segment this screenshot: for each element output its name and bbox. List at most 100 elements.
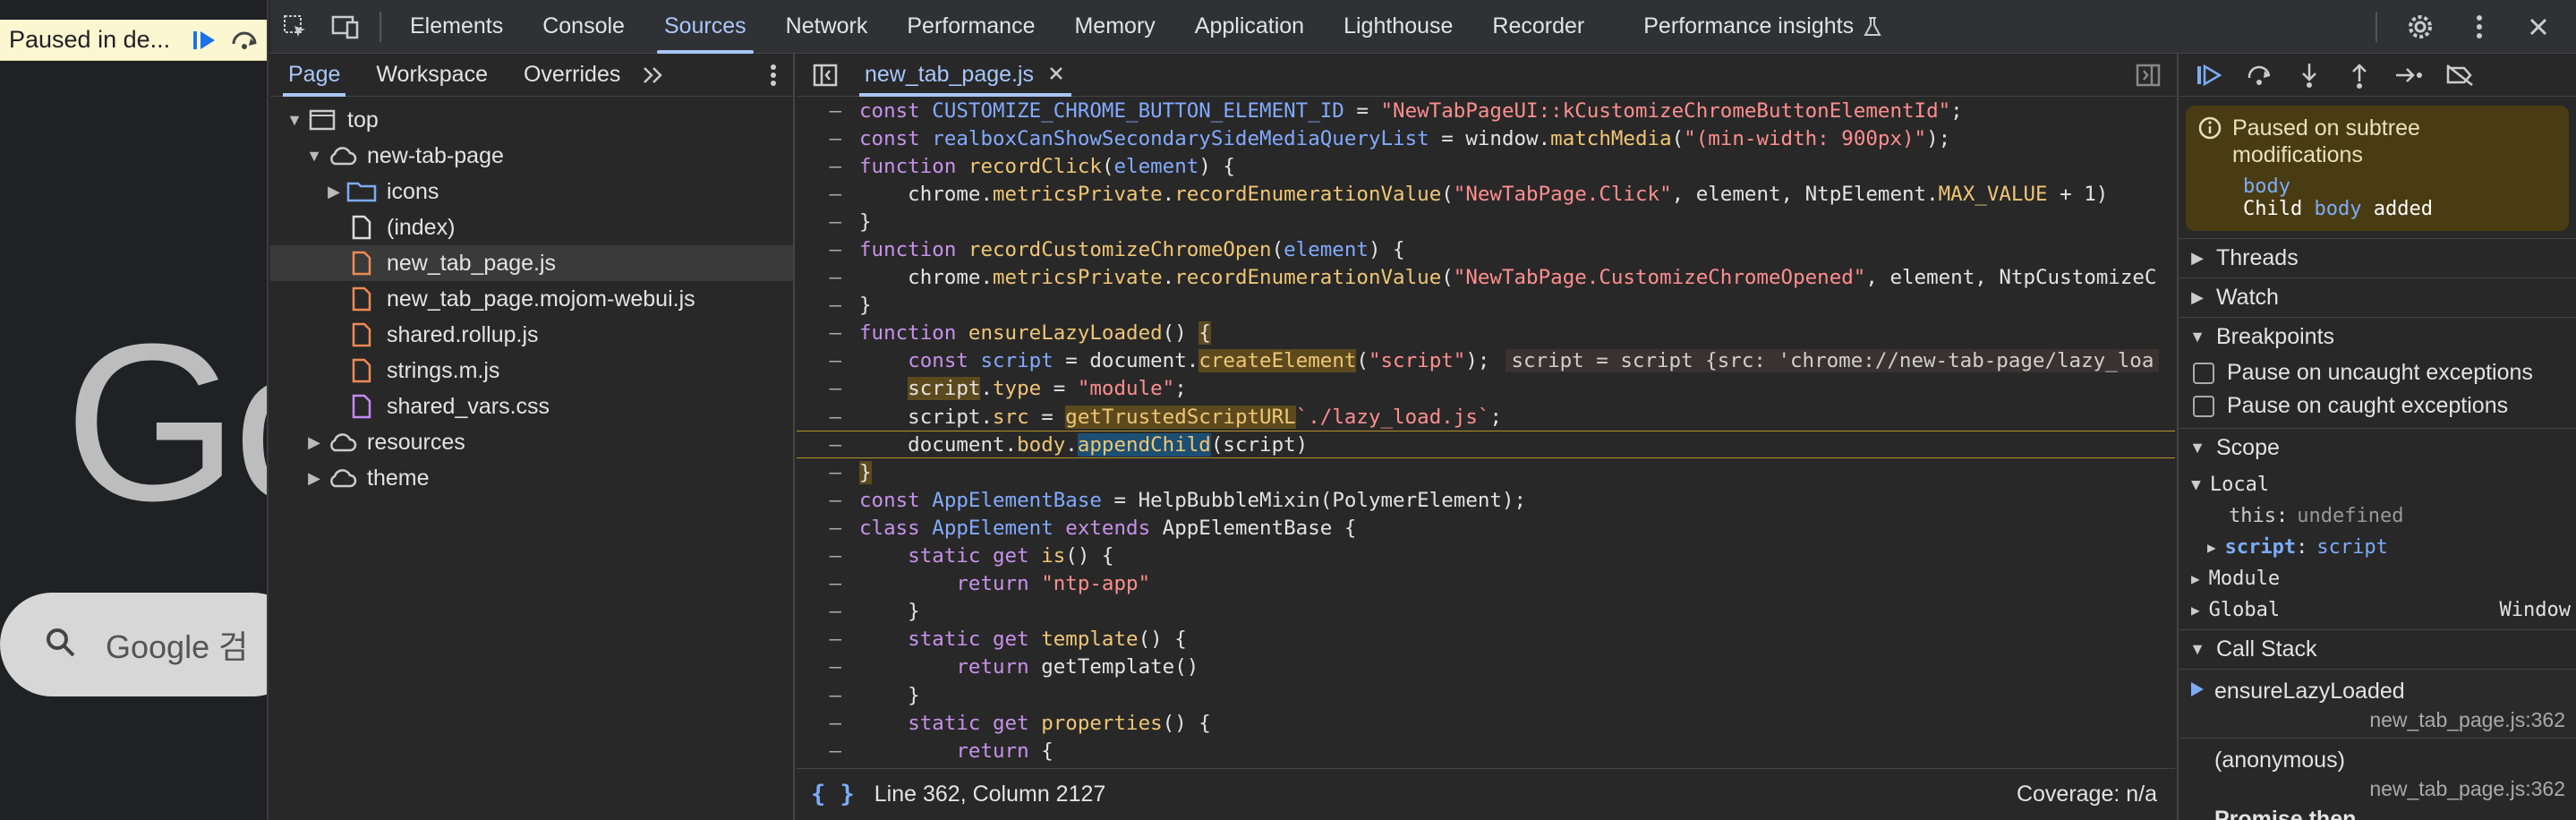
tab-sources[interactable]: Sources bbox=[644, 0, 766, 54]
checkbox-icon[interactable] bbox=[2193, 362, 2214, 384]
line-gutter[interactable]: – bbox=[797, 349, 850, 372]
scope-global[interactable]: ▶ Global Window bbox=[2179, 594, 2576, 626]
tab-application[interactable]: Application bbox=[1175, 0, 1324, 54]
checkbox-icon[interactable] bbox=[2193, 395, 2214, 417]
section-threads[interactable]: ▶ Threads bbox=[2179, 238, 2576, 278]
line-gutter[interactable]: – bbox=[797, 183, 850, 206]
device-toolbar-icon[interactable] bbox=[320, 0, 371, 54]
pretty-print-icon[interactable]: { } bbox=[811, 781, 855, 808]
line-gutter[interactable]: – bbox=[797, 684, 850, 707]
more-options-icon[interactable] bbox=[2454, 0, 2504, 54]
line-gutter[interactable]: – bbox=[797, 517, 850, 540]
call-frame-anonymous[interactable]: (anonymous) new_tab_page.js:362 bbox=[2179, 738, 2576, 807]
toggle-debugger-icon[interactable] bbox=[2136, 54, 2161, 97]
tree-item-new-tab-page[interactable]: ▼ new-tab-page bbox=[270, 138, 793, 174]
line-gutter[interactable]: – bbox=[797, 210, 850, 234]
call-frame-ensure-lazy-loaded[interactable]: ensureLazyLoaded new_tab_page.js:362 bbox=[2179, 669, 2576, 738]
more-tabs-chevron-icon[interactable] bbox=[638, 54, 665, 97]
call-frame-location[interactable]: new_tab_page.js:362 bbox=[2189, 777, 2565, 801]
deactivate-breakpoints-icon[interactable] bbox=[2438, 57, 2481, 93]
line-gutter[interactable]: – bbox=[797, 544, 850, 568]
expand-arrow-icon[interactable]: ▼ bbox=[304, 147, 324, 166]
settings-gear-icon[interactable] bbox=[2395, 0, 2445, 54]
pause-uncaught-checkbox[interactable]: Pause on uncaught exceptions bbox=[2179, 356, 2576, 389]
toggle-navigator-icon[interactable] bbox=[797, 54, 854, 97]
section-call-stack[interactable]: ▼ Call Stack bbox=[2179, 629, 2576, 669]
resume-script-icon[interactable] bbox=[2188, 57, 2231, 93]
line-gutter[interactable]: – bbox=[797, 99, 850, 123]
collapsed-arrow-icon[interactable]: ▶ bbox=[304, 433, 324, 452]
code-area[interactable]: – const CUSTOMIZE_CHROME_BUTTON_ELEMENT_I… bbox=[797, 97, 2175, 768]
tree-item-theme[interactable]: ▶ theme bbox=[270, 460, 793, 496]
line-gutter[interactable]: – bbox=[797, 572, 850, 595]
collapsed-arrow-icon[interactable]: ▶ bbox=[304, 469, 324, 488]
scope-module[interactable]: ▶ Module bbox=[2179, 563, 2576, 594]
line-gutter[interactable]: – bbox=[797, 127, 850, 150]
line-gutter[interactable]: – bbox=[797, 238, 850, 261]
line-gutter[interactable]: – bbox=[797, 377, 850, 400]
line-gutter[interactable]: – bbox=[797, 321, 850, 345]
step-over-icon[interactable] bbox=[231, 27, 258, 54]
expand-arrow-icon[interactable]: ▼ bbox=[285, 111, 304, 130]
tab-elements[interactable]: Elements bbox=[390, 0, 523, 54]
editor-file-tab[interactable]: new_tab_page.js bbox=[854, 54, 1077, 97]
tab-lighthouse[interactable]: Lighthouse bbox=[1324, 0, 1472, 54]
tree-item-index[interactable]: (index) bbox=[270, 209, 793, 245]
tree-item-new-tab-page-js[interactable]: new_tab_page.js bbox=[270, 245, 793, 281]
tree-item-shared-rollup-js[interactable]: shared.rollup.js bbox=[270, 317, 793, 353]
line-gutter[interactable]: – bbox=[797, 266, 850, 289]
line-gutter[interactable]: – bbox=[797, 489, 850, 512]
tree-item-icons[interactable]: ▶ icons bbox=[270, 174, 793, 209]
tree-item-shared-vars-css[interactable]: shared_vars.css bbox=[270, 389, 793, 424]
tree-item-mojom-webui-js[interactable]: new_tab_page.mojom-webui.js bbox=[270, 281, 793, 317]
step-over-icon[interactable] bbox=[2238, 57, 2281, 93]
tree-item-strings-m-js[interactable]: strings.m.js bbox=[270, 353, 793, 389]
close-devtools-icon[interactable] bbox=[2513, 0, 2563, 54]
inspect-element-icon[interactable] bbox=[270, 0, 320, 54]
tree-item-top[interactable]: ▼ top bbox=[270, 102, 793, 138]
line-gutter[interactable]: – bbox=[797, 655, 850, 679]
coverage-status[interactable]: Coverage: n/a bbox=[2017, 782, 2157, 807]
line-gutter[interactable]: – bbox=[797, 406, 850, 429]
section-breakpoints[interactable]: ▼ Breakpoints bbox=[2179, 317, 2576, 356]
resume-icon[interactable] bbox=[192, 27, 218, 54]
line-gutter[interactable]: – bbox=[797, 739, 850, 763]
line-gutter[interactable]: – bbox=[797, 294, 850, 317]
devtools: Elements Console Sources Network Perform… bbox=[270, 0, 2576, 820]
tab-memory[interactable]: Memory bbox=[1054, 0, 1174, 54]
line-gutter[interactable]: – bbox=[797, 461, 850, 484]
section-watch[interactable]: ▶ Watch bbox=[2179, 278, 2576, 317]
scope-script[interactable]: ▶ script: script bbox=[2179, 532, 2576, 563]
pause-caught-checkbox[interactable]: Pause on caught exceptions bbox=[2179, 389, 2576, 423]
navigator-tab-page[interactable]: Page bbox=[270, 54, 358, 97]
navigator-tab-workspace[interactable]: Workspace bbox=[358, 54, 506, 97]
google-search-box[interactable]: Google 검 bbox=[0, 593, 267, 696]
paused-node-link[interactable]: body bbox=[2243, 175, 2556, 198]
tab-console[interactable]: Console bbox=[523, 0, 644, 54]
tab-performance[interactable]: Performance bbox=[887, 0, 1054, 54]
collapsed-arrow-icon[interactable]: ▶ bbox=[324, 183, 344, 201]
step-icon[interactable] bbox=[2388, 57, 2431, 93]
step-out-icon[interactable] bbox=[2338, 57, 2381, 93]
line-gutter[interactable]: – bbox=[797, 433, 850, 457]
section-scope[interactable]: ▼ Scope bbox=[2179, 428, 2576, 467]
tab-network[interactable]: Network bbox=[766, 0, 888, 54]
line-gutter[interactable]: – bbox=[797, 600, 850, 623]
call-frame-location[interactable]: new_tab_page.js:362 bbox=[2189, 708, 2565, 732]
cloud-icon bbox=[324, 145, 360, 167]
paused-detail-node-link[interactable]: body bbox=[2314, 198, 2361, 220]
tab-recorder[interactable]: Recorder bbox=[1472, 0, 1604, 54]
navigator-menu-icon[interactable] bbox=[770, 54, 777, 97]
cloud-icon bbox=[324, 431, 360, 453]
tree-item-label: icons bbox=[387, 178, 439, 204]
line-gutter[interactable]: – bbox=[797, 628, 850, 651]
step-into-icon[interactable] bbox=[2288, 57, 2331, 93]
navigator-tab-overrides[interactable]: Overrides bbox=[506, 54, 638, 97]
call-frame-promise-then[interactable]: Promise.then bbox=[2179, 807, 2576, 820]
line-gutter[interactable]: – bbox=[797, 712, 850, 735]
line-gutter[interactable]: – bbox=[797, 155, 850, 178]
scope-local[interactable]: ▼ Local bbox=[2179, 469, 2576, 500]
close-tab-icon[interactable] bbox=[1048, 62, 1064, 88]
tab-performance-insights[interactable]: Performance insights bbox=[1604, 0, 1902, 54]
tree-item-resources[interactable]: ▶ resources bbox=[270, 424, 793, 460]
